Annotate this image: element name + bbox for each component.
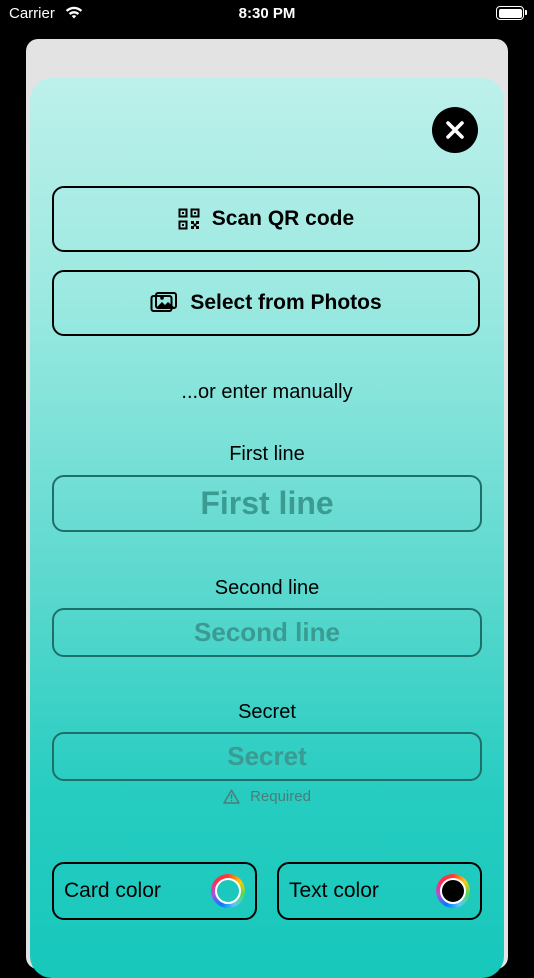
second-line-input[interactable]: Second line	[52, 608, 482, 657]
secret-input[interactable]: Secret	[52, 732, 482, 781]
required-text: Required	[250, 787, 311, 805]
card-color-label: Card color	[64, 879, 161, 902]
scan-qr-button[interactable]: Scan QR code	[52, 186, 480, 252]
text-color-label: Text color	[289, 879, 379, 902]
scan-qr-label: Scan QR code	[211, 207, 355, 230]
status-bar: Carrier 8:30 PM	[0, 0, 534, 28]
second-line-placeholder: Second line	[194, 617, 340, 647]
first-line-placeholder: First line	[200, 485, 334, 521]
secret-label: Secret	[238, 701, 296, 723]
clock: 8:30 PM	[238, 5, 296, 22]
second-line-label: Second line	[214, 577, 320, 599]
photos-icon	[150, 292, 178, 314]
close-icon	[445, 120, 465, 140]
card-color-swatch	[215, 878, 241, 904]
manual-entry-hint: ...or enter manually	[181, 381, 353, 403]
card-color-wheel-icon	[211, 874, 245, 908]
first-line-input[interactable]: First line	[52, 475, 482, 532]
qr-code-icon	[178, 208, 200, 230]
close-button[interactable]	[432, 107, 478, 153]
text-color-wheel-icon	[436, 874, 470, 908]
warning-icon	[223, 788, 240, 804]
first-line-label: First line	[229, 443, 305, 465]
select-photos-button[interactable]: Select from Photos	[52, 270, 480, 336]
battery-icon	[496, 6, 527, 20]
text-color-swatch	[440, 878, 466, 904]
select-photos-label: Select from Photos	[190, 291, 382, 314]
text-color-button[interactable]: Text color	[277, 862, 482, 920]
secret-placeholder: Secret	[227, 741, 307, 771]
card-color-button[interactable]: Card color	[52, 862, 257, 920]
required-hint: Required	[0, 786, 534, 806]
